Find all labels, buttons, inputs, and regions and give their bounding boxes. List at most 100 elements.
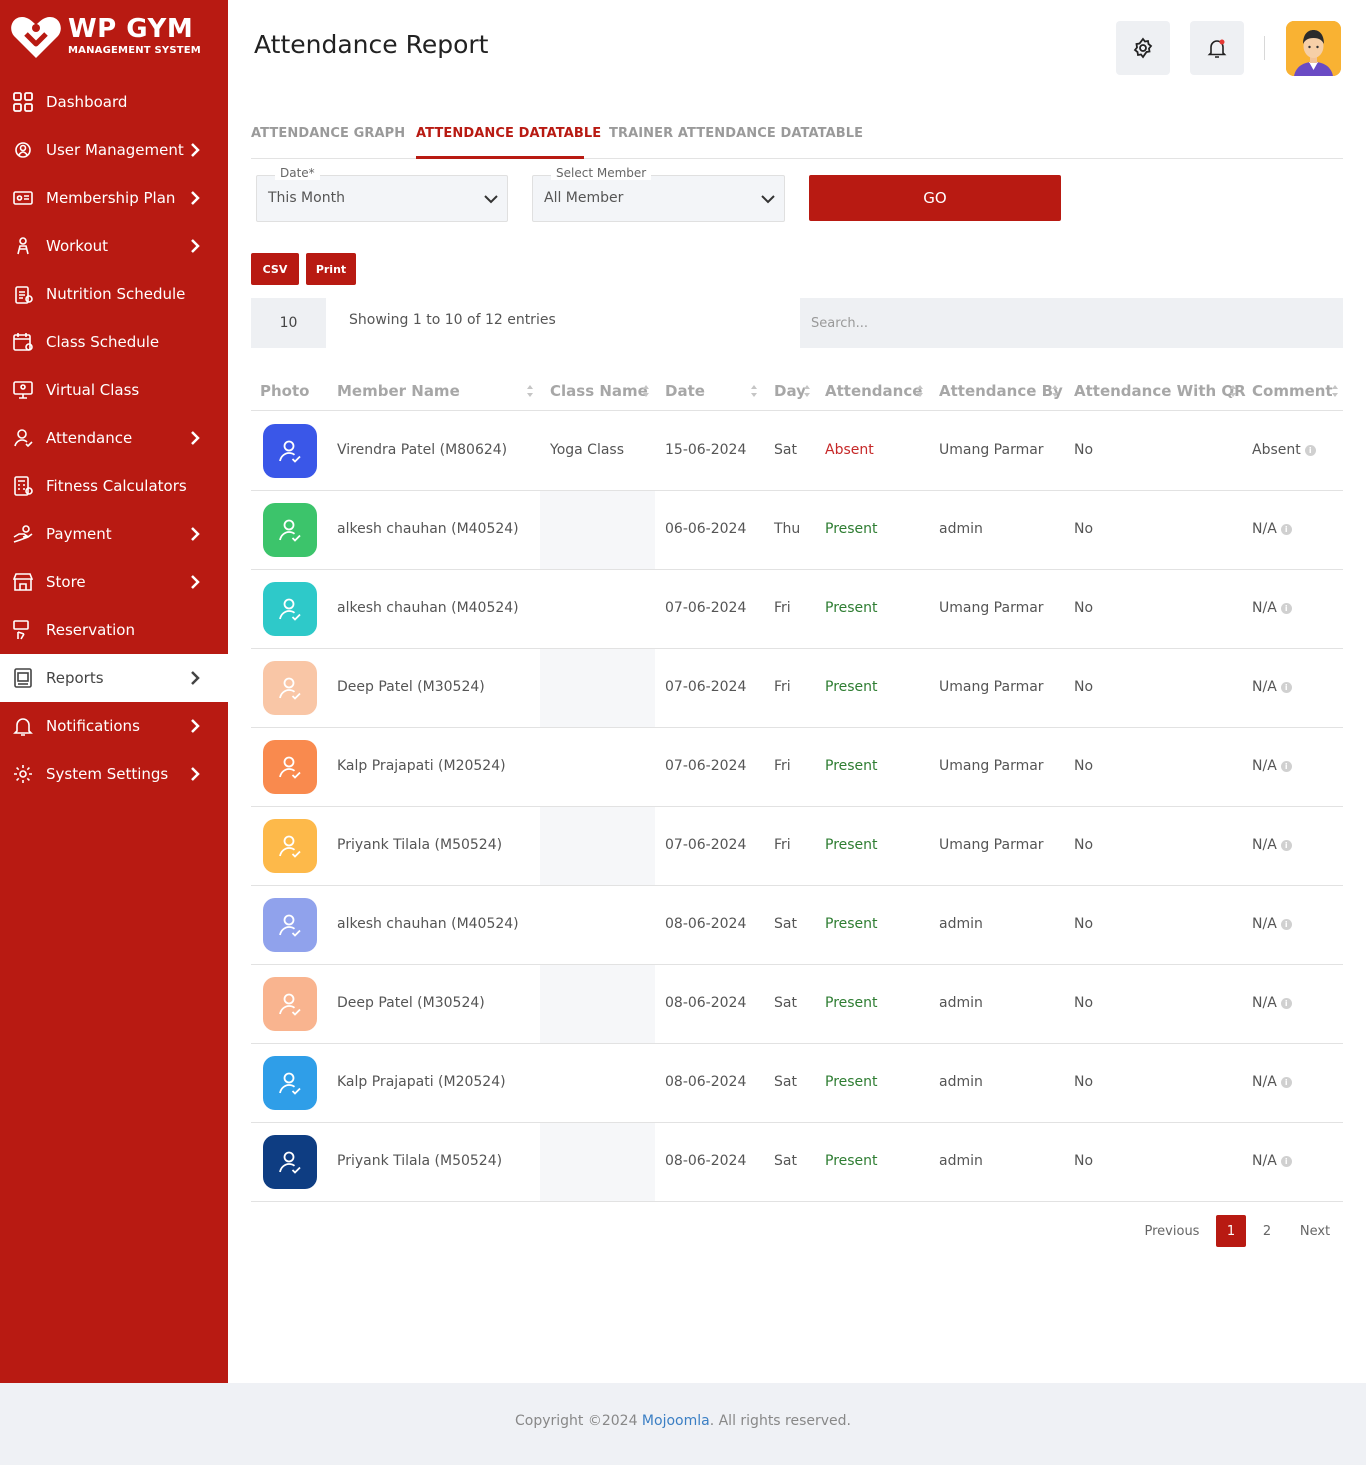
info-icon[interactable]: i (1280, 840, 1292, 851)
sidebar-item-attendance[interactable]: Attendance (0, 414, 228, 462)
member-photo (263, 1056, 317, 1110)
class-cell-shade (540, 807, 655, 885)
pagination-page-1[interactable]: 1 (1216, 1215, 1246, 1247)
user-avatar[interactable] (1286, 21, 1341, 76)
info-icon[interactable]: i (1280, 682, 1292, 693)
date-cell: 15-06-2024 (665, 442, 747, 458)
attendance-status-cell: Present (825, 837, 878, 853)
info-icon[interactable]: i (1280, 761, 1292, 772)
member-photo (263, 661, 317, 715)
member-name-cell: Virendra Patel (M80624) (337, 442, 508, 458)
user-check-icon (277, 991, 303, 1017)
sidebar-item-user-management[interactable]: User Management (0, 126, 228, 174)
workout-icon (12, 235, 34, 257)
attendance-status-cell: Present (825, 916, 878, 932)
print-button[interactable]: Print (306, 253, 356, 285)
info-icon[interactable]: i (1280, 998, 1292, 1009)
info-icon[interactable]: i (1280, 919, 1292, 930)
user-check-icon (277, 596, 303, 622)
user-check-icon (277, 1070, 303, 1096)
settings-button[interactable] (1116, 21, 1170, 75)
col-attendance-by[interactable]: Attendance By (939, 382, 1063, 400)
sidebar-item-virtual-class[interactable]: Virtual Class (0, 366, 228, 414)
col-day[interactable]: Day (774, 382, 806, 400)
users-gear-icon (12, 139, 34, 161)
col-class-name[interactable]: Class Name (550, 382, 648, 400)
sidebar-item-payment[interactable]: Payment (0, 510, 228, 558)
info-icon[interactable]: i (1280, 524, 1292, 535)
sidebar-item-nutrition-schedule[interactable]: Nutrition Schedule (0, 270, 228, 318)
pagination-page-2[interactable]: 2 (1252, 1215, 1282, 1247)
tab-trainer-attendance-datatable[interactable]: TRAINER ATTENDANCE DATATABLE (609, 126, 863, 141)
attendance-qr-cell: No (1074, 1153, 1094, 1169)
member-name-cell: alkesh chauhan (M40524) (337, 600, 519, 616)
sort-icon (1230, 385, 1236, 397)
bell-icon (12, 715, 34, 737)
attendance-by-cell: Umang Parmar (939, 837, 1044, 853)
col-attendance[interactable]: Attendance (825, 382, 922, 400)
day-cell: Sat (774, 442, 797, 458)
class-name-cell: Yoga Class (550, 442, 625, 458)
sidebar-item-label: Notifications (46, 717, 140, 735)
brand-logo[interactable]: WP GYM MANAGEMENT SYSTEM (10, 12, 220, 62)
sort-icon (1052, 385, 1058, 397)
sort-icon (1332, 385, 1338, 397)
go-button[interactable]: GO (809, 175, 1061, 221)
tab-attendance-graph[interactable]: ATTENDANCE GRAPH (251, 126, 405, 141)
chevron-right-icon (191, 575, 200, 589)
footer-brand-link[interactable]: Mojoomla (642, 1413, 710, 1429)
comment-text: N/A (1252, 995, 1277, 1011)
col-attendance-with-qr[interactable]: Attendance With QR (1074, 382, 1246, 400)
day-cell: Sat (774, 916, 797, 932)
pagination-previous[interactable]: Previous (1136, 1215, 1208, 1247)
sidebar-item-reservation[interactable]: Reservation (0, 606, 228, 654)
member-name-cell: alkesh chauhan (M40524) (337, 521, 519, 537)
comment-text: N/A (1252, 1074, 1277, 1090)
user-check-icon (277, 675, 303, 701)
member-photo (263, 1135, 317, 1189)
user-check-icon (277, 754, 303, 780)
info-icon[interactable]: i (1280, 603, 1292, 614)
attendance-qr-cell: No (1074, 679, 1094, 695)
notification-button[interactable] (1190, 21, 1244, 75)
sidebar-item-class-schedule[interactable]: Class Schedule (0, 318, 228, 366)
attendance-by-cell: admin (939, 995, 983, 1011)
tab-attendance-datatable[interactable]: ATTENDANCE DATATABLE (416, 126, 601, 141)
comment-cell: N/A i (1252, 600, 1292, 616)
attendance-by-cell: admin (939, 1074, 983, 1090)
attendance-by-cell: Umang Parmar (939, 442, 1044, 458)
member-name-cell: Priyank Tilala (M50524) (337, 1153, 503, 1169)
col-comment[interactable]: Comment (1252, 382, 1333, 400)
comment-text: N/A (1252, 758, 1277, 774)
sort-icon (643, 385, 649, 397)
sidebar-item-system-settings[interactable]: System Settings (0, 750, 228, 798)
day-cell: Fri (774, 758, 791, 774)
col-date[interactable]: Date (665, 382, 705, 400)
date-cell: 07-06-2024 (665, 600, 747, 616)
date-select[interactable]: Date* This Month (256, 166, 508, 222)
sidebar-item-dashboard[interactable]: Dashboard (0, 78, 228, 126)
info-icon[interactable]: i (1280, 1077, 1292, 1088)
calendar-icon (12, 331, 34, 353)
active-tab-indicator (416, 156, 584, 159)
csv-button[interactable]: CSV (251, 253, 299, 285)
sidebar-item-label: System Settings (46, 765, 169, 783)
col-member-name[interactable]: Member Name (337, 382, 460, 400)
sidebar-item-fitness-calculators[interactable]: Fitness Calculators (0, 462, 228, 510)
chevron-right-icon (191, 191, 200, 205)
date-cell: 07-06-2024 (665, 679, 747, 695)
sidebar-item-workout[interactable]: Workout (0, 222, 228, 270)
sort-icon (804, 385, 810, 397)
sidebar-item-membership-plan[interactable]: Membership Plan (0, 174, 228, 222)
member-select[interactable]: Select Member All Member (532, 166, 785, 222)
comment-cell: N/A i (1252, 837, 1292, 853)
page-length-select[interactable]: 10 (251, 298, 326, 348)
sidebar-item-store[interactable]: Store (0, 558, 228, 606)
search-input[interactable]: Search... (800, 298, 1343, 348)
info-icon[interactable]: i (1280, 1156, 1292, 1167)
pagination-next[interactable]: Next (1290, 1215, 1340, 1247)
sidebar-item-reports[interactable]: Reports (0, 654, 228, 702)
info-icon[interactable]: i (1304, 445, 1316, 456)
user-check-icon (277, 912, 303, 938)
sidebar-item-notifications[interactable]: Notifications (0, 702, 228, 750)
